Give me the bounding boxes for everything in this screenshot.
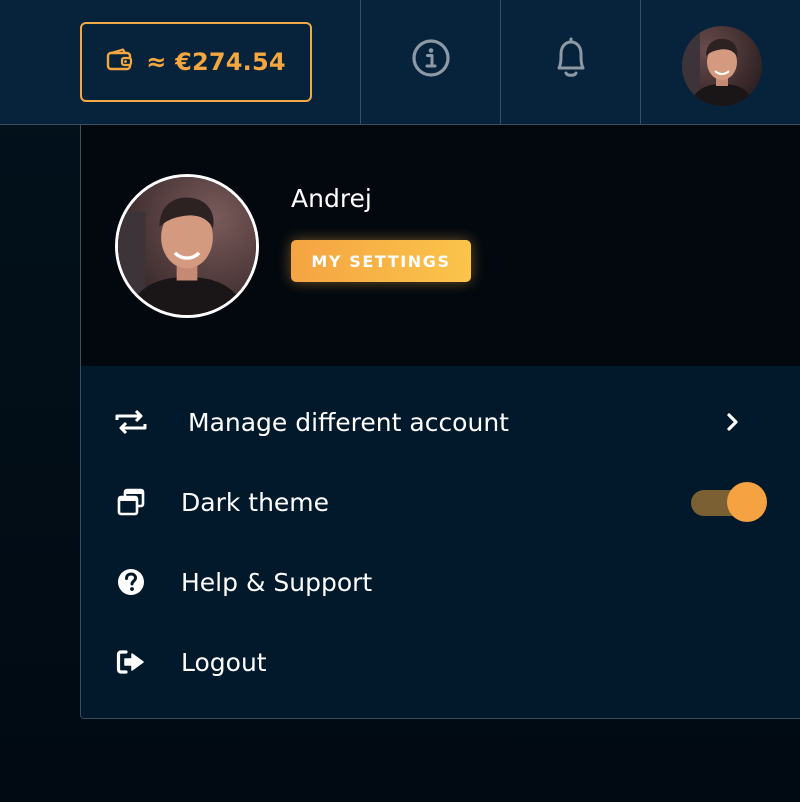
- menu-item-help-support[interactable]: Help & Support: [81, 547, 800, 617]
- switch-account-icon: [111, 402, 151, 442]
- question-circle-icon: [111, 562, 151, 602]
- menu-item-logout[interactable]: Logout: [81, 627, 800, 697]
- notifications-button[interactable]: [551, 36, 591, 84]
- user-avatar-button[interactable]: [682, 26, 762, 106]
- profile-header: Andrej MY SETTINGS: [81, 125, 800, 366]
- menu-item-label: Help & Support: [181, 567, 373, 597]
- bell-icon: [551, 36, 591, 84]
- menu-item-label: Logout: [181, 647, 267, 677]
- balance-amount: ≈ €274.54: [146, 48, 286, 76]
- divider: [640, 0, 641, 125]
- menu-item-label: Dark theme: [181, 487, 330, 517]
- user-name: Andrej: [291, 184, 372, 213]
- window-stack-icon: [111, 482, 151, 522]
- toggle-knob: [727, 482, 767, 522]
- divider: [500, 0, 501, 125]
- wallet-icon: [106, 48, 134, 76]
- page: ≈ €274.54 Andrej MY SETTINGS Manage diff…: [0, 0, 800, 802]
- top-bar: ≈ €274.54: [0, 0, 800, 125]
- menu-item-dark-theme: Dark theme: [81, 467, 800, 537]
- info-button[interactable]: [411, 36, 451, 84]
- user-menu-dropdown: Andrej MY SETTINGS Manage different acco…: [80, 125, 800, 719]
- menu-item-label: Manage different account: [188, 407, 509, 437]
- info-icon: [411, 38, 451, 82]
- my-settings-button[interactable]: MY SETTINGS: [291, 240, 471, 282]
- divider: [360, 0, 361, 125]
- chevron-right-icon: [721, 410, 745, 434]
- dark-theme-toggle[interactable]: [691, 482, 769, 522]
- avatar: [682, 26, 762, 106]
- menu-item-manage-account[interactable]: Manage different account: [81, 387, 800, 457]
- logout-icon: [111, 642, 151, 682]
- profile-avatar: [115, 174, 259, 318]
- wallet-balance-button[interactable]: ≈ €274.54: [80, 22, 312, 102]
- menu-list: Manage different account Dark theme Help…: [81, 366, 800, 718]
